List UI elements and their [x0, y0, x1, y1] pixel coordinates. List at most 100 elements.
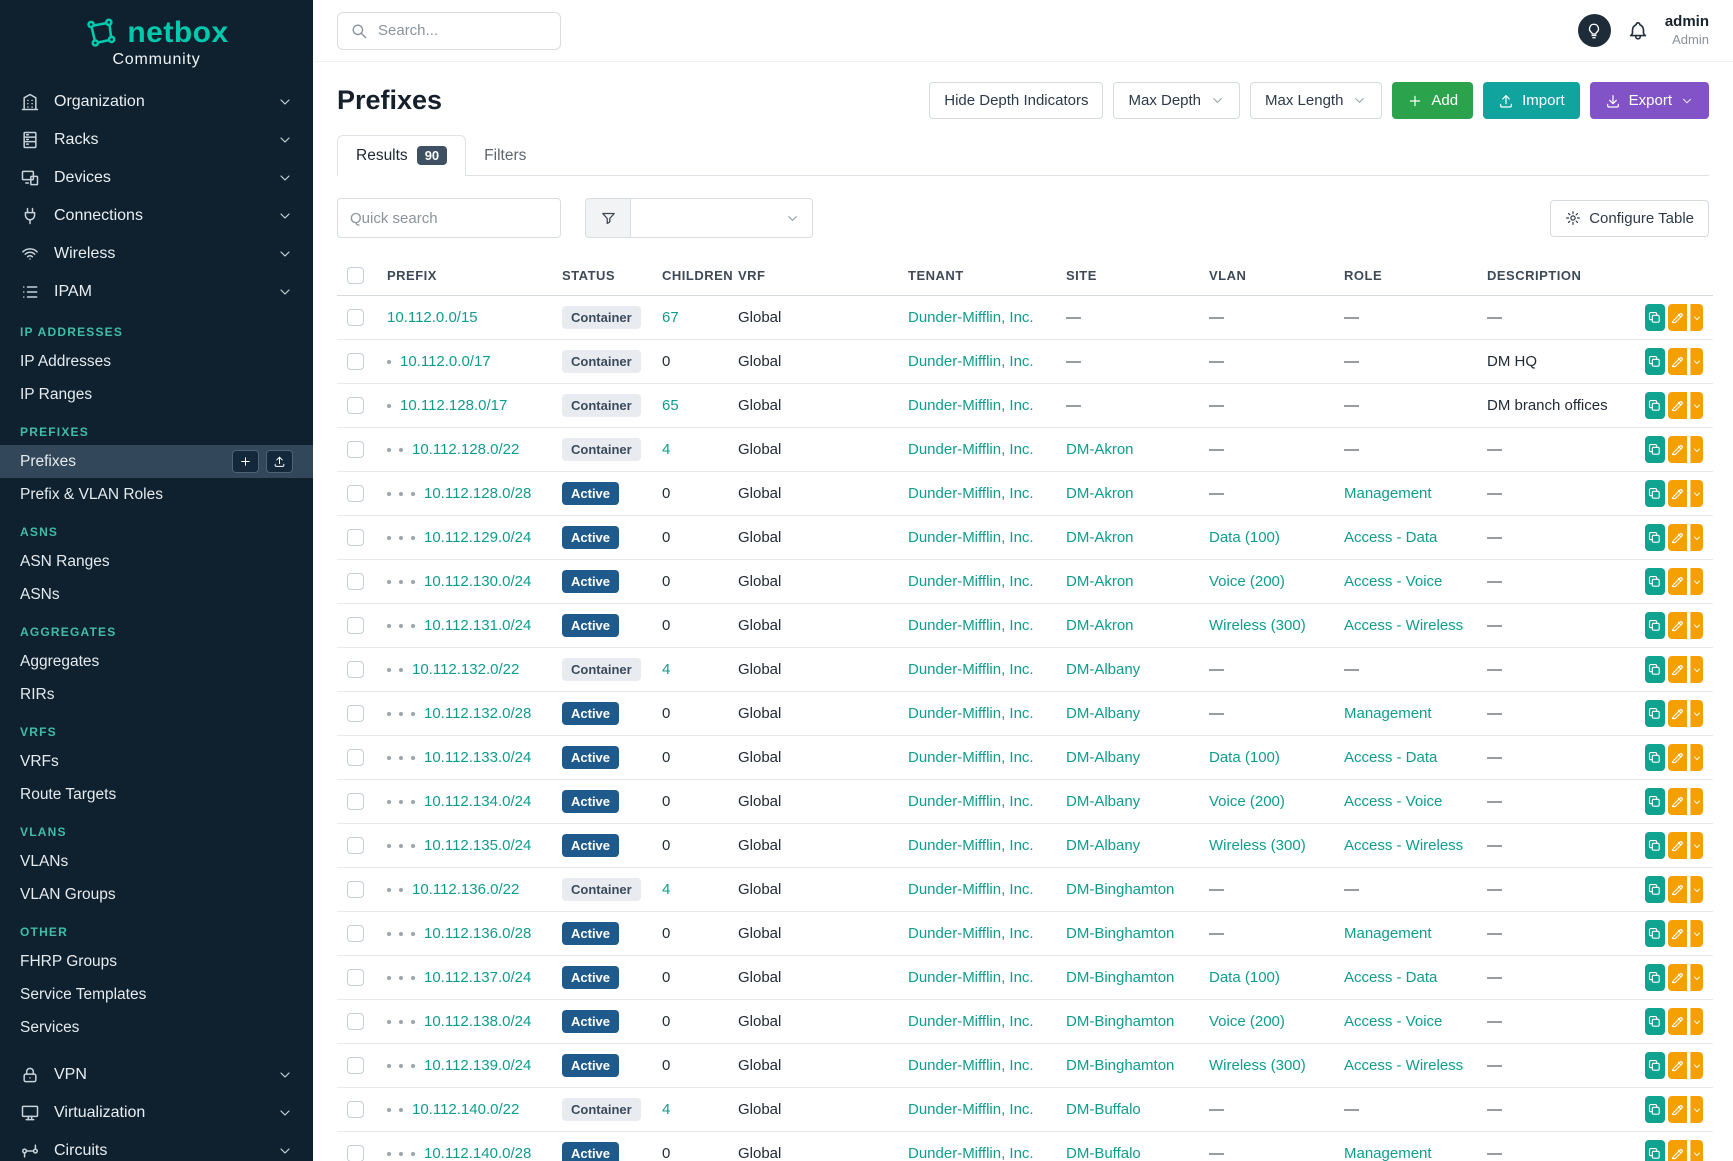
- sidebar-link-vlan-groups[interactable]: VLAN Groups: [0, 878, 313, 911]
- site-link[interactable]: DM-Akron: [1066, 573, 1134, 590]
- sidebar-item-vpn[interactable]: VPN: [0, 1056, 313, 1094]
- column-header-children[interactable]: CHILDREN: [652, 258, 728, 296]
- edit-button[interactable]: [1668, 1140, 1688, 1161]
- column-header-vrf[interactable]: VRF: [728, 258, 898, 296]
- prefix-link[interactable]: 10.112.132.0/22: [412, 661, 519, 678]
- tenant-link[interactable]: Dunder-Mifflin, Inc.: [908, 661, 1034, 678]
- children-link[interactable]: 67: [662, 309, 679, 326]
- clone-button[interactable]: [1645, 964, 1665, 991]
- site-link[interactable]: DM-Akron: [1066, 529, 1134, 546]
- add-button[interactable]: Add: [1392, 82, 1473, 119]
- sidebar-link-asn-ranges[interactable]: ASN Ranges: [0, 545, 313, 578]
- sidebar-item-ipam[interactable]: IPAM: [0, 273, 313, 311]
- tenant-link[interactable]: Dunder-Mifflin, Inc.: [908, 837, 1034, 854]
- site-link[interactable]: DM-Albany: [1066, 661, 1140, 678]
- column-header-vlan[interactable]: VLAN: [1199, 258, 1334, 296]
- prefix-link[interactable]: 10.112.129.0/24: [424, 529, 531, 546]
- edit-button[interactable]: [1668, 788, 1688, 815]
- role-link[interactable]: Access - Wireless: [1344, 1057, 1463, 1074]
- tenant-link[interactable]: Dunder-Mifflin, Inc.: [908, 1145, 1034, 1161]
- role-link[interactable]: Management: [1344, 1145, 1432, 1161]
- notifications-button[interactable]: [1627, 20, 1649, 42]
- edit-dropdown-caret[interactable]: [1690, 1008, 1703, 1035]
- vlan-link[interactable]: Wireless (300): [1209, 1057, 1306, 1074]
- edit-dropdown-caret[interactable]: [1690, 1096, 1703, 1123]
- site-link[interactable]: DM-Binghamton: [1066, 1013, 1174, 1030]
- tenant-link[interactable]: Dunder-Mifflin, Inc.: [908, 441, 1034, 458]
- role-link[interactable]: Access - Voice: [1344, 1013, 1442, 1030]
- prefix-link[interactable]: 10.112.136.0/22: [412, 881, 519, 898]
- row-checkbox[interactable]: [347, 353, 364, 370]
- clone-button[interactable]: [1645, 480, 1665, 507]
- edit-button[interactable]: [1668, 700, 1688, 727]
- site-link[interactable]: DM-Akron: [1066, 441, 1134, 458]
- sidebar-item-circuits[interactable]: Circuits: [0, 1132, 313, 1161]
- clone-button[interactable]: [1645, 568, 1665, 595]
- configure-table-button[interactable]: Configure Table: [1550, 200, 1709, 237]
- vlan-link[interactable]: Data (100): [1209, 749, 1280, 766]
- site-link[interactable]: DM-Akron: [1066, 617, 1134, 634]
- row-checkbox[interactable]: [347, 793, 364, 810]
- tenant-link[interactable]: Dunder-Mifflin, Inc.: [908, 925, 1034, 942]
- edit-button[interactable]: [1668, 480, 1688, 507]
- site-link[interactable]: DM-Akron: [1066, 485, 1134, 502]
- prefix-link[interactable]: 10.112.132.0/28: [424, 705, 531, 722]
- tenant-link[interactable]: Dunder-Mifflin, Inc.: [908, 485, 1034, 502]
- tenant-link[interactable]: Dunder-Mifflin, Inc.: [908, 1101, 1034, 1118]
- vlan-link[interactable]: Voice (200): [1209, 1013, 1285, 1030]
- role-link[interactable]: Access - Voice: [1344, 573, 1442, 590]
- prefix-link[interactable]: 10.112.134.0/24: [424, 793, 531, 810]
- edit-dropdown-caret[interactable]: [1690, 832, 1703, 859]
- edit-button[interactable]: [1668, 392, 1688, 419]
- column-header-site[interactable]: SITE: [1056, 258, 1199, 296]
- site-link[interactable]: DM-Binghamton: [1066, 969, 1174, 986]
- tenant-link[interactable]: Dunder-Mifflin, Inc.: [908, 705, 1034, 722]
- edit-dropdown-caret[interactable]: [1690, 436, 1703, 463]
- sidebar-item-wireless[interactable]: Wireless: [0, 235, 313, 273]
- vlan-link[interactable]: Data (100): [1209, 529, 1280, 546]
- row-checkbox[interactable]: [347, 969, 364, 986]
- sidebar-item-devices[interactable]: Devices: [0, 159, 313, 197]
- sidebar-item-connections[interactable]: Connections: [0, 197, 313, 235]
- edit-button[interactable]: [1668, 1052, 1688, 1079]
- edit-dropdown-caret[interactable]: [1690, 304, 1703, 331]
- edit-dropdown-caret[interactable]: [1690, 876, 1703, 903]
- brand[interactable]: netbox Community: [0, 0, 313, 77]
- clone-button[interactable]: [1645, 612, 1665, 639]
- row-checkbox[interactable]: [347, 881, 364, 898]
- edit-button[interactable]: [1668, 964, 1688, 991]
- row-checkbox[interactable]: [347, 749, 364, 766]
- role-link[interactable]: Access - Wireless: [1344, 617, 1463, 634]
- children-link[interactable]: 4: [662, 1101, 670, 1118]
- sidebar-link-route-targets[interactable]: Route Targets: [0, 778, 313, 811]
- children-link[interactable]: 65: [662, 397, 679, 414]
- vlan-link[interactable]: Data (100): [1209, 969, 1280, 986]
- theme-toggle-button[interactable]: [1578, 14, 1611, 47]
- role-link[interactable]: Access - Data: [1344, 529, 1437, 546]
- edit-button[interactable]: [1668, 920, 1688, 947]
- edit-button[interactable]: [1668, 1008, 1688, 1035]
- edit-button[interactable]: [1668, 348, 1688, 375]
- sidebar-link-asns[interactable]: ASNs: [0, 578, 313, 611]
- sidebar-link-prefix-vlan-roles[interactable]: Prefix & VLAN Roles: [0, 478, 313, 511]
- sidebar-item-racks[interactable]: Racks: [0, 121, 313, 159]
- children-link[interactable]: 4: [662, 441, 670, 458]
- clone-button[interactable]: [1645, 920, 1665, 947]
- sidebar-link-services[interactable]: Services: [0, 1011, 313, 1044]
- global-search[interactable]: [337, 12, 561, 50]
- tenant-link[interactable]: Dunder-Mifflin, Inc.: [908, 617, 1034, 634]
- max-length-dropdown[interactable]: Max Length: [1250, 82, 1382, 119]
- clone-button[interactable]: [1645, 1096, 1665, 1123]
- edit-dropdown-caret[interactable]: [1690, 1052, 1703, 1079]
- role-link[interactable]: Management: [1344, 485, 1432, 502]
- row-checkbox[interactable]: [347, 1013, 364, 1030]
- sidebar-import-prefix-button[interactable]: [266, 450, 293, 473]
- prefix-link[interactable]: 10.112.137.0/24: [424, 969, 531, 986]
- vlan-link[interactable]: Voice (200): [1209, 573, 1285, 590]
- clone-button[interactable]: [1645, 348, 1665, 375]
- column-header-status[interactable]: STATUS: [552, 258, 652, 296]
- clone-button[interactable]: [1645, 744, 1665, 771]
- role-link[interactable]: Access - Data: [1344, 749, 1437, 766]
- edit-dropdown-caret[interactable]: [1690, 524, 1703, 551]
- select-all-checkbox[interactable]: [347, 267, 364, 284]
